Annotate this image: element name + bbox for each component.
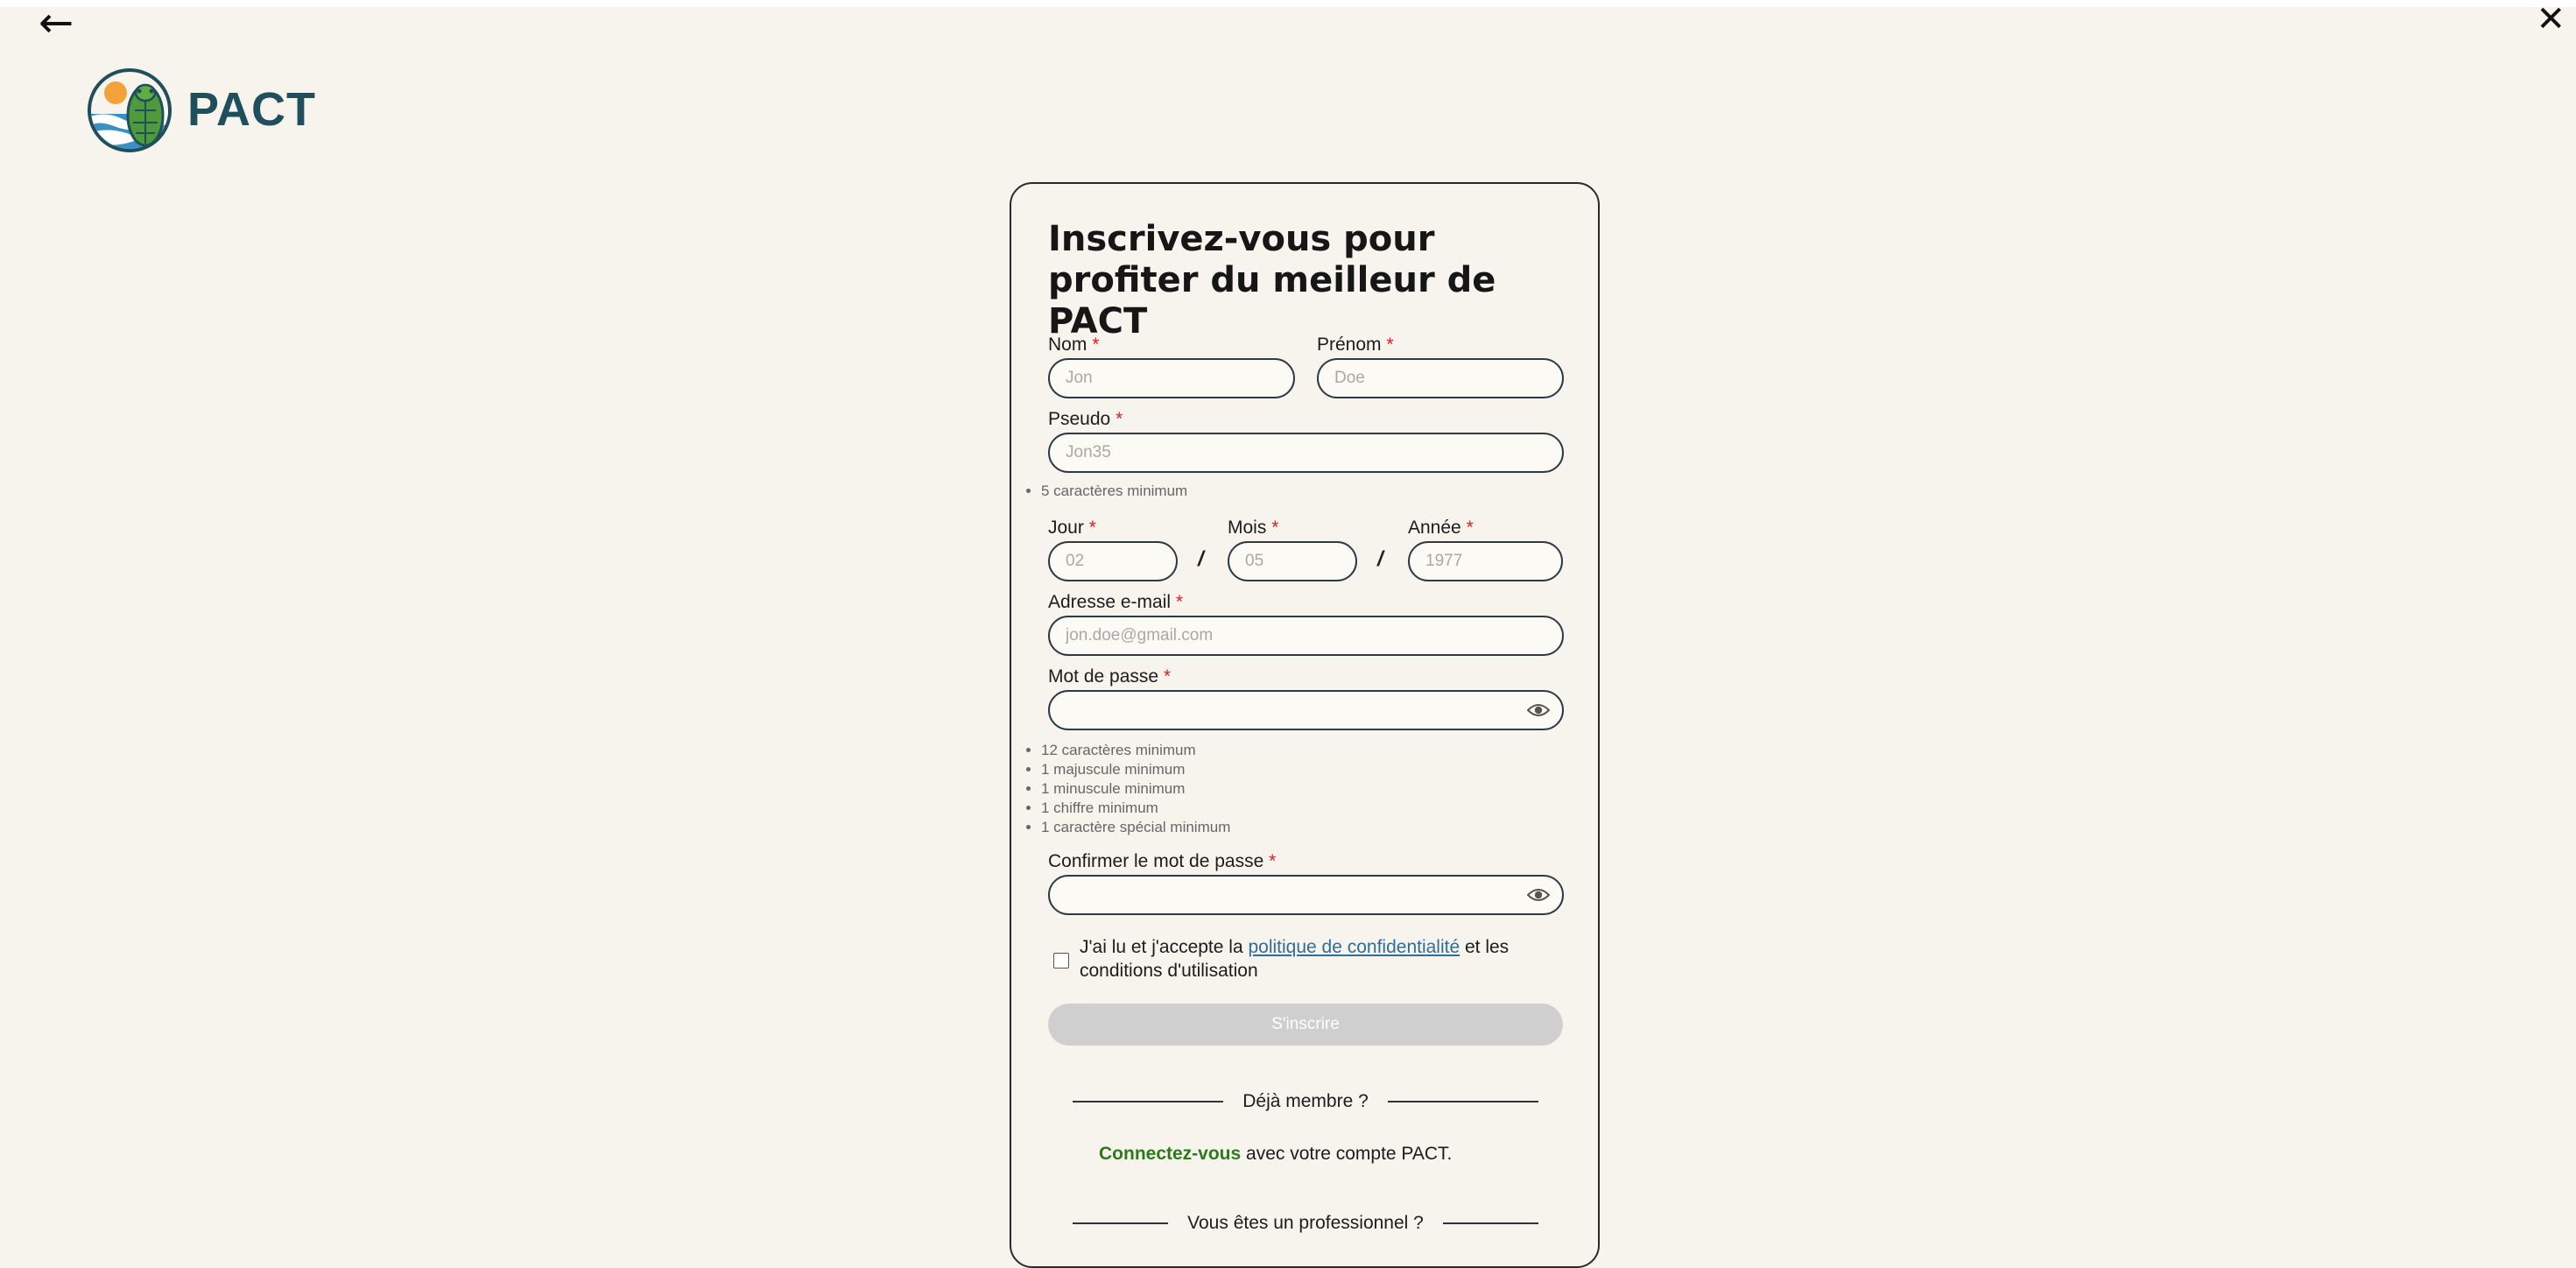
email-label: Adresse e-mail * <box>1048 592 1184 612</box>
brand-name: PACT <box>187 83 316 136</box>
confirm-password-input[interactable] <box>1048 875 1564 915</box>
consent-checkbox[interactable] <box>1053 953 1069 969</box>
hint-item: 1 chiffre minimum <box>1041 799 1230 818</box>
nom-input[interactable] <box>1048 358 1295 398</box>
close-icon[interactable]: ✕ <box>2536 0 2565 39</box>
hint-item: 5 caractères minimum <box>1041 482 1187 501</box>
member-separator: Déjà membre ? <box>1073 1091 1538 1112</box>
password-label: Mot de passe * <box>1048 666 1172 687</box>
mois-input[interactable] <box>1228 541 1357 581</box>
email-input[interactable] <box>1048 616 1564 656</box>
login-link[interactable]: Connectez-vous <box>1099 1144 1241 1164</box>
login-prompt: Connectez-vous avec votre compte PACT. <box>1099 1144 1453 1164</box>
confirm-password-label: Confirmer le mot de passe * <box>1048 851 1277 871</box>
pseudo-label: Pseudo * <box>1048 409 1123 429</box>
signup-card: Inscrivez-vous pour profiter du meilleur… <box>1010 182 1600 1268</box>
annee-input[interactable] <box>1408 541 1563 581</box>
brand[interactable]: PACT <box>88 61 316 158</box>
prenom-label: Prénom * <box>1317 335 1394 355</box>
password-hints: 12 caractères minimum 1 majuscule minimu… <box>1011 741 1230 837</box>
back-arrow-icon[interactable]: ← <box>39 2 74 44</box>
date-separator: / <box>1198 547 1204 571</box>
privacy-policy-link[interactable]: politique de confidentialité <box>1248 937 1460 957</box>
hint-item: 12 caractères minimum <box>1041 741 1230 760</box>
jour-input[interactable] <box>1048 541 1178 581</box>
nom-label: Nom * <box>1048 335 1100 355</box>
signup-button[interactable]: S'inscrire <box>1048 1004 1563 1046</box>
divider <box>1442 1222 1539 1224</box>
mois-label: Mois * <box>1228 518 1279 538</box>
hint-item: 1 majuscule minimum <box>1041 760 1230 779</box>
divider <box>1073 1222 1169 1224</box>
divider <box>1387 1101 1538 1102</box>
password-input[interactable] <box>1048 690 1564 730</box>
consent-text: J'ai lu et j'accepte la politique de con… <box>1080 937 1510 981</box>
eye-icon[interactable] <box>1527 887 1550 903</box>
cicada-logo-icon <box>88 68 172 152</box>
prenom-input[interactable] <box>1317 358 1564 398</box>
eye-icon[interactable] <box>1527 702 1550 718</box>
pro-separator: Vous êtes un professionnel ? <box>1073 1213 1539 1234</box>
hint-item: 1 caractère spécial minimum <box>1041 818 1230 837</box>
date-separator: / <box>1377 547 1383 571</box>
jour-label: Jour * <box>1048 518 1096 538</box>
hint-item: 1 minuscule minimum <box>1041 779 1230 799</box>
annee-label: Année * <box>1408 518 1474 538</box>
divider <box>1073 1101 1224 1102</box>
form-title: Inscrivez-vous pour profiter du meilleur… <box>1048 219 1496 342</box>
pseudo-hints: 5 caractères minimum <box>1011 482 1187 501</box>
top-border <box>0 0 2576 7</box>
pseudo-input[interactable] <box>1048 433 1564 473</box>
